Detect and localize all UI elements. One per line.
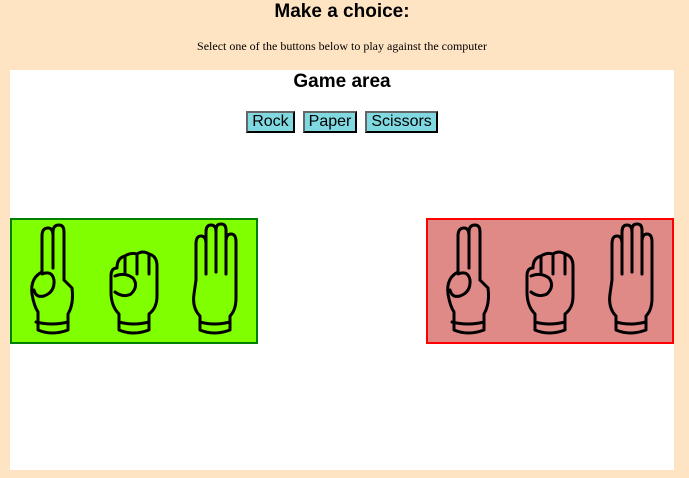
scissors-hand-icon [438,222,500,340]
scissors-button[interactable]: Scissors [365,111,438,133]
game-area-title: Game area [293,71,391,92]
rock-button[interactable]: Rock [246,111,295,133]
scissors-hand-icon [22,222,84,340]
computer-panel [426,218,674,344]
paper-open-hand-icon [184,222,246,340]
page-title: Make a choice: [274,1,410,22]
rock-fist-icon [103,222,165,340]
rock-fist-icon [519,222,581,340]
paper-open-hand-icon [600,222,662,340]
game-area: Game area Rock Paper Scissors [10,70,674,470]
player-panel [10,218,258,344]
instructions-text: Select one of the buttons below to play … [197,39,487,53]
paper-button[interactable]: Paper [302,111,358,133]
choice-buttons: Rock Paper Scissors [10,111,674,133]
